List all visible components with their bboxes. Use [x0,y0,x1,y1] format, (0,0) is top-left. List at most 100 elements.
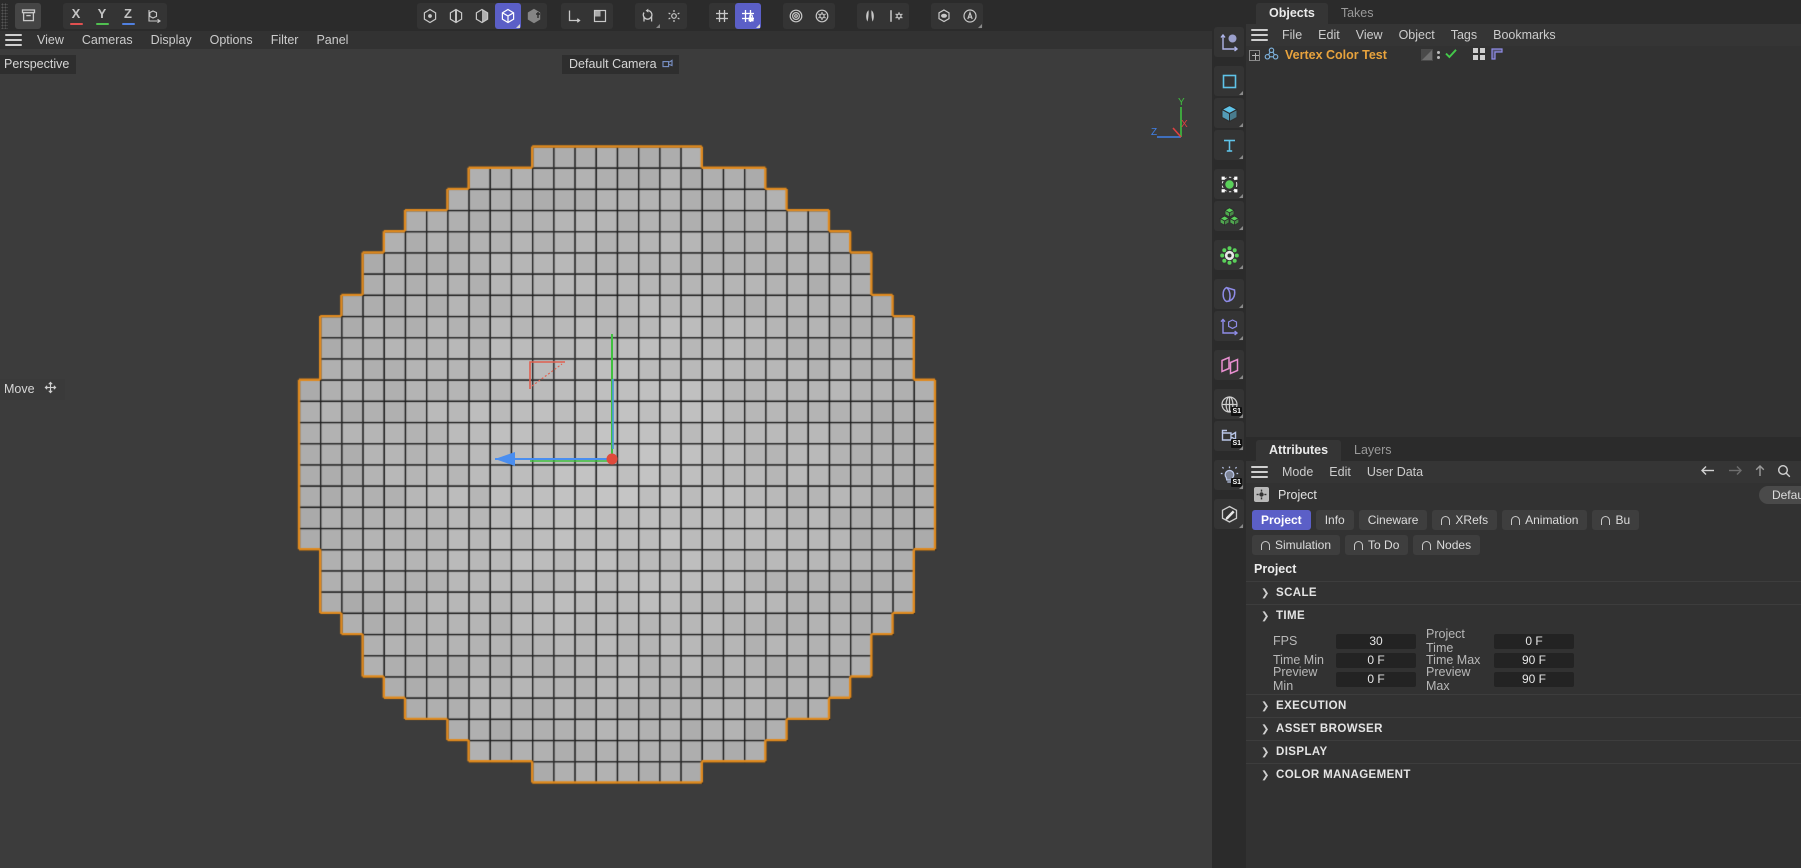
enable-snap-icon[interactable] [635,3,661,29]
section-display[interactable]: ❯ DISPLAY [1246,740,1801,763]
section-color-management[interactable]: ❯ COLOR MANAGEMENT [1246,763,1801,786]
rail-item-text[interactable] [1214,130,1244,160]
om-menu-bookmarks[interactable]: Bookmarks [1485,24,1564,46]
texture-axis-icon[interactable] [587,3,613,29]
viewport-hamburger-icon[interactable] [5,34,22,46]
rail-item-environment[interactable]: S1 [1214,389,1244,419]
at-menu-user-data[interactable]: User Data [1359,461,1431,483]
chip-project[interactable]: Project [1252,510,1311,530]
rail-item-axis-cube[interactable] [1214,311,1244,341]
annotation-a-icon[interactable] [957,3,983,29]
chip-animation[interactable]: Animation [1502,510,1588,530]
object-row[interactable]: Vertex Color Test [1246,46,1801,64]
attributes-hamburger-icon[interactable] [1251,466,1268,478]
vertex-color-tag-icon[interactable] [1472,47,1486,64]
om-menu-view[interactable]: View [1348,24,1391,46]
time-max-input[interactable]: 90 F [1494,652,1574,668]
viewport-menu-display[interactable]: Display [142,31,201,49]
rail-item-deformer[interactable] [1214,169,1244,199]
move-gizmo[interactable] [470,324,650,484]
section-scale[interactable]: ❯ SCALE [1246,581,1801,604]
axis-y-icon[interactable]: Y [89,3,115,29]
viewport-camera-label[interactable]: Default Camera [562,55,679,74]
search-icon[interactable] [1777,464,1791,481]
project-time-input[interactable]: 0 F [1494,633,1574,649]
preview-max-input[interactable]: 90 F [1494,671,1574,687]
section-asset-browser[interactable]: ❯ ASSET BROWSER [1246,717,1801,740]
om-menu-edit[interactable]: Edit [1310,24,1348,46]
chip-nodes[interactable]: Nodes [1413,535,1481,555]
chip-info[interactable]: Info [1315,510,1354,530]
rail-item-field[interactable] [1214,350,1244,380]
tab-objects[interactable]: Objects [1256,3,1328,24]
om-menu-file[interactable]: File [1274,24,1310,46]
tab-layers[interactable]: Layers [1341,440,1405,461]
chip-xrefs[interactable]: XRefs [1432,510,1498,530]
rail-item-cloner[interactable] [1214,201,1244,231]
snap-settings-icon[interactable] [661,3,687,29]
point-mode-icon[interactable] [417,3,443,29]
object-manager-hamburger-icon[interactable] [1251,29,1268,41]
om-menu-object[interactable]: Object [1391,24,1443,46]
om-menu-tags[interactable]: Tags [1443,24,1485,46]
polygon-mode-icon[interactable] [469,3,495,29]
axis-z-icon[interactable]: Z [115,3,141,29]
section-execution[interactable]: ❯ EXECUTION [1246,694,1801,717]
time-min-input[interactable]: 0 F [1336,652,1416,668]
workplane-icon[interactable] [709,3,735,29]
back-arrow-icon[interactable] [1700,464,1716,480]
expand-plus-icon[interactable] [1249,49,1260,61]
viewport-menu-view[interactable]: View [28,31,73,49]
render-region-icon[interactable] [783,3,809,29]
rail-item-light[interactable]: S1 [1214,460,1244,490]
symmetry-settings-icon[interactable] [883,3,909,29]
chip-cineware[interactable]: Cineware [1358,510,1428,530]
rail-item-bend-deformer[interactable] [1214,279,1244,309]
model-mode-icon[interactable] [495,2,521,29]
viewport[interactable]: Perspective Default Camera Move Y Z X [0,49,1212,868]
rail-item-material[interactable] [1214,499,1244,529]
fps-input[interactable]: 30 [1336,633,1416,649]
world-coordinate-icon[interactable] [561,3,587,29]
viewport-menu-panel[interactable]: Panel [307,31,357,49]
phong-tag-icon[interactable] [1420,49,1433,61]
polygon-object-icon[interactable] [1264,47,1279,64]
chip-simulation[interactable]: Simulation [1252,535,1341,555]
preset-dropdown[interactable]: Default [1758,485,1801,504]
edge-mode-icon[interactable] [443,3,469,29]
toolbar-grip[interactable] [1,2,8,29]
chip-todo[interactable]: To Do [1345,535,1409,555]
object-manager-list[interactable]: Vertex Color Test [1246,46,1801,437]
archive-box-icon[interactable] [15,2,41,29]
object-axis-mode-icon[interactable] [521,3,547,29]
rail-item-null-object[interactable] [1214,27,1244,57]
toolbar-group-visibility [931,2,983,29]
render-settings-gear-icon[interactable] [809,3,835,29]
chip-build[interactable]: Bu [1592,510,1640,530]
rail-item-effector[interactable] [1214,240,1244,270]
rail-item-spline[interactable] [1214,66,1244,96]
section-time[interactable]: ❯ TIME [1246,604,1801,627]
enabled-check-icon[interactable] [1444,47,1458,63]
at-menu-mode[interactable]: Mode [1274,461,1321,483]
mirror-icon[interactable] [857,3,883,29]
camera-lock-icon[interactable] [661,57,673,71]
visibility-dots-icon[interactable] [1436,51,1440,59]
object-name[interactable]: Vertex Color Test [1285,48,1387,62]
viewport-menu-options[interactable]: Options [201,31,262,49]
axis-x-icon[interactable]: X [63,3,89,29]
world-axis-icon[interactable] [141,3,167,29]
tab-attributes[interactable]: Attributes [1256,440,1342,461]
visibility-eye-icon[interactable] [931,3,957,29]
forward-arrow-icon[interactable] [1727,464,1743,480]
layer-tag-icon[interactable] [1490,47,1504,64]
workplane-lock-icon[interactable] [735,2,761,29]
tab-takes[interactable]: Takes [1328,3,1387,24]
rail-item-camera[interactable]: S1 [1214,421,1244,451]
up-arrow-icon[interactable] [1754,464,1766,481]
rail-item-primitive-cube[interactable] [1214,98,1244,128]
viewport-menu-cameras[interactable]: Cameras [73,31,142,49]
at-menu-edit[interactable]: Edit [1321,461,1359,483]
viewport-menu-filter[interactable]: Filter [262,31,308,49]
preview-min-input[interactable]: 0 F [1336,671,1416,687]
